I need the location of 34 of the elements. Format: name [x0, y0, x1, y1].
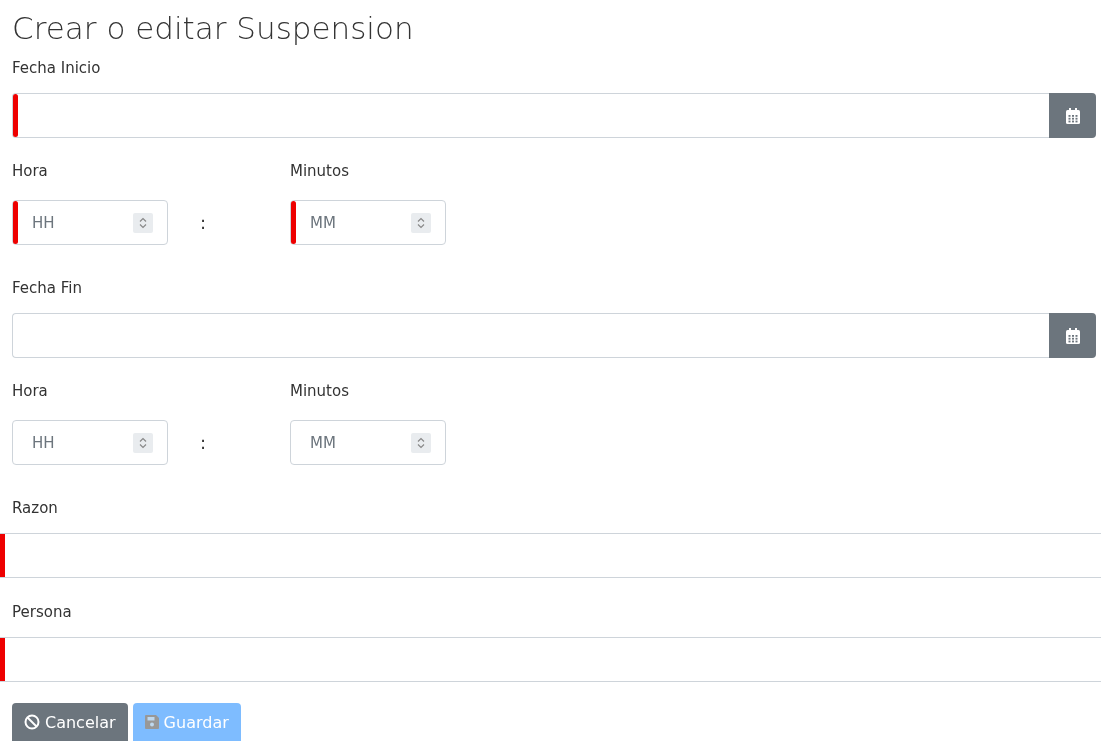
cancel-button[interactable]: Cancelar [12, 703, 128, 741]
page-title: Crear o editar Suspension [12, 9, 415, 48]
date-field[interactable] [12, 313, 1049, 358]
time-field[interactable]: MM [290, 200, 446, 245]
ban-icon [24, 714, 40, 730]
field-label: Hora [12, 381, 49, 402]
field-label: Minutos [290, 381, 350, 402]
field-label: Fecha Inicio [12, 58, 102, 79]
time-separator: : [199, 211, 208, 235]
spinner-icon[interactable] [411, 212, 431, 233]
spinner-icon[interactable] [133, 212, 153, 233]
field-label: Persona [12, 602, 73, 623]
spinner-icon[interactable] [411, 432, 431, 453]
field-label: Hora [12, 161, 49, 182]
input-field[interactable] [0, 637, 1101, 682]
time-field[interactable]: MM [290, 420, 446, 465]
calendar-icon [1065, 107, 1080, 124]
field-label: Minutos [290, 161, 350, 182]
spinner-icon[interactable] [133, 432, 153, 453]
time-field[interactable]: HH [12, 200, 168, 245]
calendar-icon [1065, 327, 1080, 344]
field-label: Razon [12, 498, 59, 519]
calendar-button[interactable] [1049, 313, 1096, 358]
time-field[interactable]: HH [12, 420, 168, 465]
save-icon [144, 715, 159, 729]
input-field[interactable]: HH [18, 201, 127, 244]
time-separator: : [199, 431, 208, 455]
input-field[interactable]: MM [296, 421, 405, 464]
input-field[interactable] [0, 533, 1101, 578]
field-label: Fecha Fin [12, 278, 83, 299]
date-field[interactable] [12, 93, 1049, 138]
input-field[interactable]: MM [296, 201, 405, 244]
input-field[interactable]: HH [18, 421, 127, 464]
calendar-button[interactable] [1049, 93, 1096, 138]
